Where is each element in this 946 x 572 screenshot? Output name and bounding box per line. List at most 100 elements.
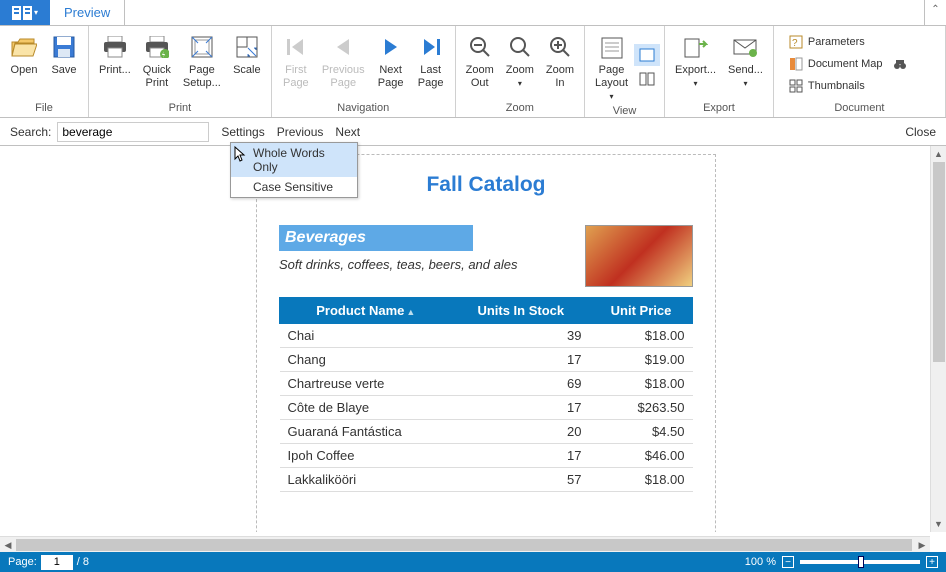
quick-print-button[interactable]: Quick Print (137, 28, 177, 100)
first-page-icon (285, 37, 307, 57)
next-icon (381, 37, 401, 57)
cursor-icon (233, 145, 247, 163)
page-number-input[interactable] (41, 555, 73, 570)
cell-price: $19.00 (590, 348, 693, 372)
zoom-plus-button[interactable]: + (926, 556, 938, 568)
cell-price: $18.00 (590, 372, 693, 396)
cell-stock: 69 (452, 372, 589, 396)
group-label-zoom: Zoom (460, 100, 580, 117)
category-title: Beverages (279, 225, 473, 251)
book-icon (12, 6, 32, 20)
table-row: Chai39$18.00 (280, 324, 693, 348)
status-bar: Page: / 8 100 % − + (0, 552, 946, 572)
chevron-down-icon: ▾ (694, 79, 698, 88)
scroll-up-button[interactable]: ▲ (931, 146, 946, 162)
envelope-icon (733, 37, 757, 57)
ribbon-group-view: Page Layout▾ View (585, 26, 665, 117)
scroll-right-button[interactable]: ▶ (914, 537, 930, 553)
app-menu-button[interactable]: ▾ (0, 0, 50, 25)
group-label-print: Print (93, 100, 267, 117)
chevron-down-icon: ▾ (518, 79, 522, 88)
cell-stock: 17 (452, 444, 589, 468)
cell-price: $4.50 (590, 420, 693, 444)
search-close-button[interactable]: Close (905, 125, 936, 139)
col-unit-price[interactable]: Unit Price (590, 298, 693, 324)
parameters-icon: ? (789, 35, 803, 49)
group-label-file: File (4, 100, 84, 117)
scroll-thumb-vertical[interactable] (933, 162, 945, 362)
open-button[interactable]: Open (4, 28, 44, 100)
vertical-scrollbar[interactable]: ▲ ▼ (930, 146, 946, 532)
search-previous-button[interactable]: Previous (277, 125, 324, 139)
folder-open-icon (11, 36, 37, 58)
search-input[interactable] (57, 122, 209, 142)
last-page-button[interactable]: Last Page (411, 28, 451, 100)
chevron-down-icon: ▾ (34, 8, 38, 17)
chevron-down-icon: ▾ (610, 92, 614, 101)
col-units-in-stock[interactable]: Units In Stock (452, 298, 589, 324)
cell-stock: 57 (452, 468, 589, 492)
scale-button[interactable]: Scale (227, 28, 267, 100)
cell-stock: 39 (452, 324, 589, 348)
save-button[interactable]: Save (44, 28, 84, 100)
preview-area: Fall Catalog Beverages Soft drinks, coff… (0, 146, 946, 532)
cell-stock: 17 (452, 396, 589, 420)
ribbon-group-zoom: Zoom Out Zoom▾ Zoom In Zoom (456, 26, 585, 117)
scale-icon (236, 36, 258, 58)
dropdown-whole-words[interactable]: Whole Words Only (231, 143, 357, 177)
thumbnails-icon (789, 79, 803, 93)
export-button[interactable]: Export...▾ (669, 28, 722, 100)
export-icon (684, 36, 708, 58)
collapse-ribbon-button[interactable]: ⌃ (924, 0, 946, 25)
page-setup-icon (191, 36, 213, 58)
scroll-thumb-horizontal[interactable] (16, 539, 912, 551)
zoom-in-button[interactable]: Zoom In (540, 28, 580, 100)
cell-name: Lakkalikööri (280, 468, 453, 492)
sort-asc-icon: ▲ (406, 307, 415, 317)
page-setup-button[interactable]: Page Setup... (177, 28, 227, 100)
table-row: Côte de Blaye17$263.50 (280, 396, 693, 420)
document-map-button[interactable]: Document Map (784, 54, 913, 74)
svg-text:?: ? (792, 38, 798, 49)
zoom-slider[interactable] (800, 560, 920, 564)
cell-price: $18.00 (590, 324, 693, 348)
print-button[interactable]: Print... (93, 28, 137, 100)
send-button[interactable]: Send...▾ (722, 28, 769, 100)
ribbon-group-file: Open Save File (0, 26, 89, 117)
col-product-name[interactable]: Product Name▲ (280, 298, 453, 324)
view-mode-1-button[interactable] (634, 44, 660, 66)
chevron-down-icon: ▾ (743, 79, 747, 88)
cell-name: Guaraná Fantástica (280, 420, 453, 444)
cell-stock: 20 (452, 420, 589, 444)
tab-preview[interactable]: Preview (50, 0, 125, 25)
search-next-button[interactable]: Next (335, 125, 360, 139)
cell-name: Chang (280, 348, 453, 372)
next-page-button[interactable]: Next Page (371, 28, 411, 100)
dropdown-case-sensitive[interactable]: Case Sensitive (231, 177, 357, 197)
binoculars-icon[interactable] (893, 57, 907, 71)
view-mode-2-button[interactable] (634, 68, 660, 90)
cell-name: Chai (280, 324, 453, 348)
page-total: / 8 (77, 556, 89, 568)
zoom-minus-button[interactable]: − (782, 556, 794, 568)
product-table: Product Name▲ Units In Stock Unit Price … (279, 297, 693, 492)
zoom-out-button[interactable]: Zoom Out (460, 28, 500, 100)
document-map-icon (789, 57, 803, 71)
page-layout-button[interactable]: Page Layout▾ (589, 28, 634, 103)
parameters-button[interactable]: ? Parameters (784, 32, 913, 52)
scroll-down-button[interactable]: ▼ (931, 516, 946, 532)
horizontal-scrollbar[interactable]: ◀ ▶ (0, 536, 930, 552)
cell-name: Côte de Blaye (280, 396, 453, 420)
printer-bolt-icon (145, 36, 169, 58)
group-label-document: Document (778, 100, 941, 117)
zoom-button[interactable]: Zoom▾ (500, 28, 540, 100)
zoom-slider-thumb[interactable] (858, 556, 864, 568)
page-layout-icon (601, 35, 623, 59)
table-row: Chang17$19.00 (280, 348, 693, 372)
previous-page-button[interactable]: Previous Page (316, 28, 371, 100)
first-page-button[interactable]: First Page (276, 28, 316, 100)
search-settings-button[interactable]: Settings (221, 125, 264, 139)
ribbon-group-print: Print... Quick Print Page Setup... Scale… (89, 26, 272, 117)
thumbnails-button[interactable]: Thumbnails (784, 76, 913, 96)
cell-price: $263.50 (590, 396, 693, 420)
